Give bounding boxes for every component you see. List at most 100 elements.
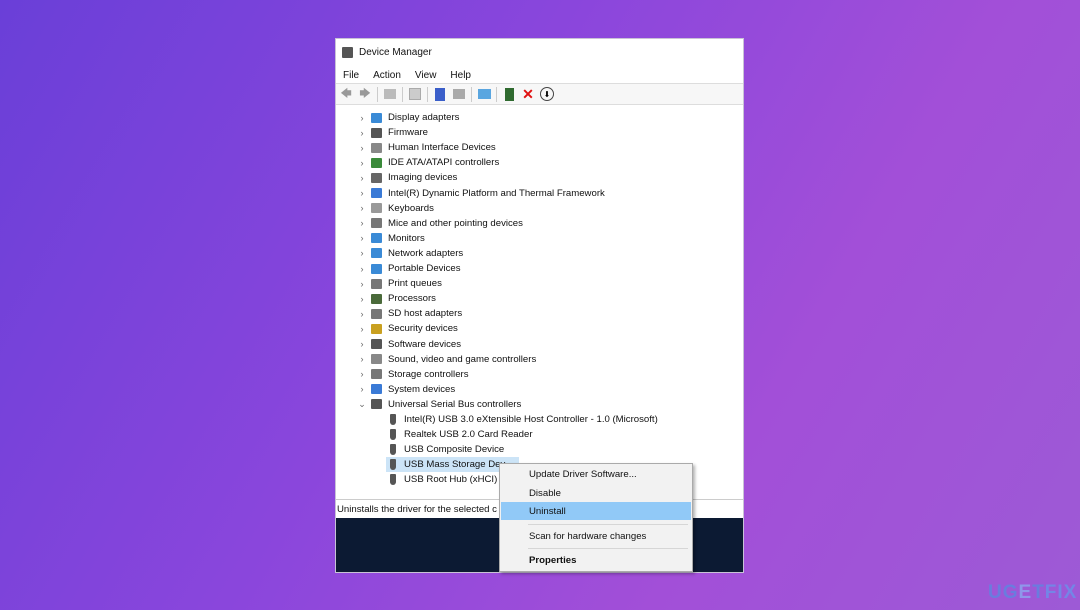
ugetfix-watermark-logo: UGETFIX <box>988 582 1078 603</box>
device-category-icon <box>371 339 382 349</box>
chevron-down-icon[interactable]: ⌄ <box>356 399 368 410</box>
menu-view[interactable]: View <box>415 70 437 81</box>
category-label: Portable Devices <box>388 263 461 274</box>
properties-icon[interactable] <box>383 87 397 101</box>
chevron-right-icon[interactable]: › <box>356 218 368 228</box>
device-category-icon <box>371 127 382 138</box>
usb-device-item[interactable]: USB Root Hub (xHCI) <box>386 472 511 487</box>
chevron-right-icon[interactable]: › <box>356 384 368 394</box>
menu-item-update-driver[interactable]: Update Driver Software... <box>501 465 691 483</box>
uninstall-x-icon[interactable]: ✕ <box>521 86 535 102</box>
toolbar: 🡄 🡆 ✕ ⬇ <box>336 83 743 105</box>
menu-action[interactable]: Action <box>373 70 401 81</box>
help-icon[interactable] <box>433 87 447 101</box>
category-label: Firmware <box>388 127 428 139</box>
device-category-icon <box>371 203 382 214</box>
menu-item-scan-hardware[interactable]: Scan for hardware changes <box>501 527 691 545</box>
add-driver-icon[interactable] <box>502 87 516 101</box>
usb-device-item[interactable]: USB Composite Device <box>386 442 518 457</box>
tree-category[interactable]: › SD host adapters <box>356 306 463 321</box>
usb-device-item[interactable]: Intel(R) USB 3.0 eXtensible Host Control… <box>386 412 672 427</box>
tree-category[interactable]: › Portable Devices <box>356 261 461 276</box>
tree-category[interactable]: › Security devices <box>356 321 458 336</box>
chevron-right-icon[interactable]: › <box>356 203 368 213</box>
tree-category[interactable]: › Human Interface Devices <box>356 140 496 155</box>
category-label: Print queues <box>388 278 442 290</box>
chevron-right-icon[interactable]: › <box>356 158 368 168</box>
chevron-right-icon[interactable]: › <box>356 324 368 334</box>
chevron-right-icon[interactable]: › <box>356 264 368 274</box>
tree-category[interactable]: › Firmware <box>356 125 428 140</box>
tree-category[interactable]: › System devices <box>356 382 456 397</box>
chevron-right-icon[interactable]: › <box>356 248 368 258</box>
tree-category[interactable]: › IDE ATA/ATAPI controllers <box>356 155 500 170</box>
tree-category[interactable]: › Print queues <box>356 276 442 291</box>
separator <box>471 86 472 102</box>
chevron-right-icon[interactable]: › <box>356 294 368 304</box>
monitor-icon[interactable] <box>477 87 491 101</box>
menu-bar: File Action View Help <box>336 65 743 85</box>
usb-device-item[interactable]: Realtek USB 2.0 Card Reader <box>386 427 547 442</box>
tree-category[interactable]: › Storage controllers <box>356 367 469 382</box>
menu-item-properties[interactable]: Properties <box>501 551 691 569</box>
category-label: Human Interface Devices <box>388 142 496 154</box>
menu-help[interactable]: Help <box>450 70 471 81</box>
device-manager-icon <box>342 46 353 58</box>
tree-category[interactable]: › Display adapters <box>356 110 460 125</box>
chevron-right-icon[interactable]: › <box>356 279 368 289</box>
category-label: Software devices <box>388 338 462 350</box>
chevron-right-icon[interactable]: › <box>356 309 368 319</box>
view-icon[interactable] <box>452 87 466 101</box>
forward-icon[interactable]: 🡆 <box>358 87 372 101</box>
menu-file[interactable]: File <box>343 70 359 81</box>
chevron-right-icon[interactable]: › <box>356 113 368 123</box>
title-bar: Device Manager <box>336 39 743 65</box>
device-label: Realtek USB 2.0 Card Reader <box>404 429 533 441</box>
chevron-right-icon[interactable]: › <box>356 173 368 183</box>
download-icon[interactable]: ⬇ <box>540 87 554 101</box>
device-category-icon <box>371 172 382 183</box>
category-label: IDE ATA/ATAPI controllers <box>388 157 500 169</box>
chevron-right-icon[interactable]: › <box>356 339 368 349</box>
category-label: Universal Serial Bus controllers <box>388 398 522 410</box>
chevron-right-icon[interactable]: › <box>356 143 368 153</box>
chevron-right-icon[interactable]: › <box>356 354 368 364</box>
device-category-icon <box>371 369 382 380</box>
menu-item-uninstall[interactable]: Uninstall <box>501 502 691 520</box>
category-label: Processors <box>388 293 436 305</box>
device-label: USB Root Hub (xHCI) <box>404 474 498 486</box>
tree-category[interactable]: › Imaging devices <box>356 170 458 185</box>
tree-category[interactable]: › Mice and other pointing devices <box>356 216 523 231</box>
usb-plug-icon <box>390 474 396 486</box>
tree-category[interactable]: › Keyboards <box>356 201 434 216</box>
window-title: Device Manager <box>359 46 432 58</box>
device-label: Intel(R) USB 3.0 eXtensible Host Control… <box>404 414 658 425</box>
menu-separator <box>528 548 688 549</box>
chevron-right-icon[interactable]: › <box>356 188 368 198</box>
device-category-icon <box>371 263 382 274</box>
update-icon[interactable] <box>408 87 422 101</box>
category-label: Mice and other pointing devices <box>388 217 523 229</box>
tree-category[interactable]: › Monitors <box>356 231 425 246</box>
category-label: Keyboards <box>388 202 434 214</box>
device-category-icon <box>371 354 382 365</box>
tree-category[interactable]: › Sound, video and game controllers <box>356 352 537 367</box>
device-label: USB Composite Device <box>404 444 505 456</box>
device-category-icon <box>371 188 382 198</box>
menu-item-disable[interactable]: Disable <box>501 484 691 502</box>
category-label: Intel(R) Dynamic Platform and Thermal Fr… <box>388 187 605 199</box>
tree-category[interactable]: › Network adapters <box>356 246 464 261</box>
back-icon[interactable]: 🡄 <box>339 87 353 101</box>
category-label: Imaging devices <box>388 172 458 184</box>
chevron-right-icon[interactable]: › <box>356 128 368 138</box>
chevron-right-icon[interactable]: › <box>356 369 368 379</box>
usb-plug-icon <box>390 414 396 425</box>
tree-category[interactable]: ⌄ Universal Serial Bus controllers <box>356 397 521 412</box>
tree-category[interactable]: › Software devices <box>356 337 462 352</box>
device-category-icon <box>371 308 382 319</box>
chevron-right-icon[interactable]: › <box>356 233 368 243</box>
device-category-icon <box>371 157 382 168</box>
tree-category[interactable]: › Intel(R) Dynamic Platform and Thermal F… <box>356 186 605 201</box>
context-menu: Update Driver Software... Disable Uninst… <box>499 463 693 572</box>
tree-category[interactable]: › Processors <box>356 291 436 306</box>
